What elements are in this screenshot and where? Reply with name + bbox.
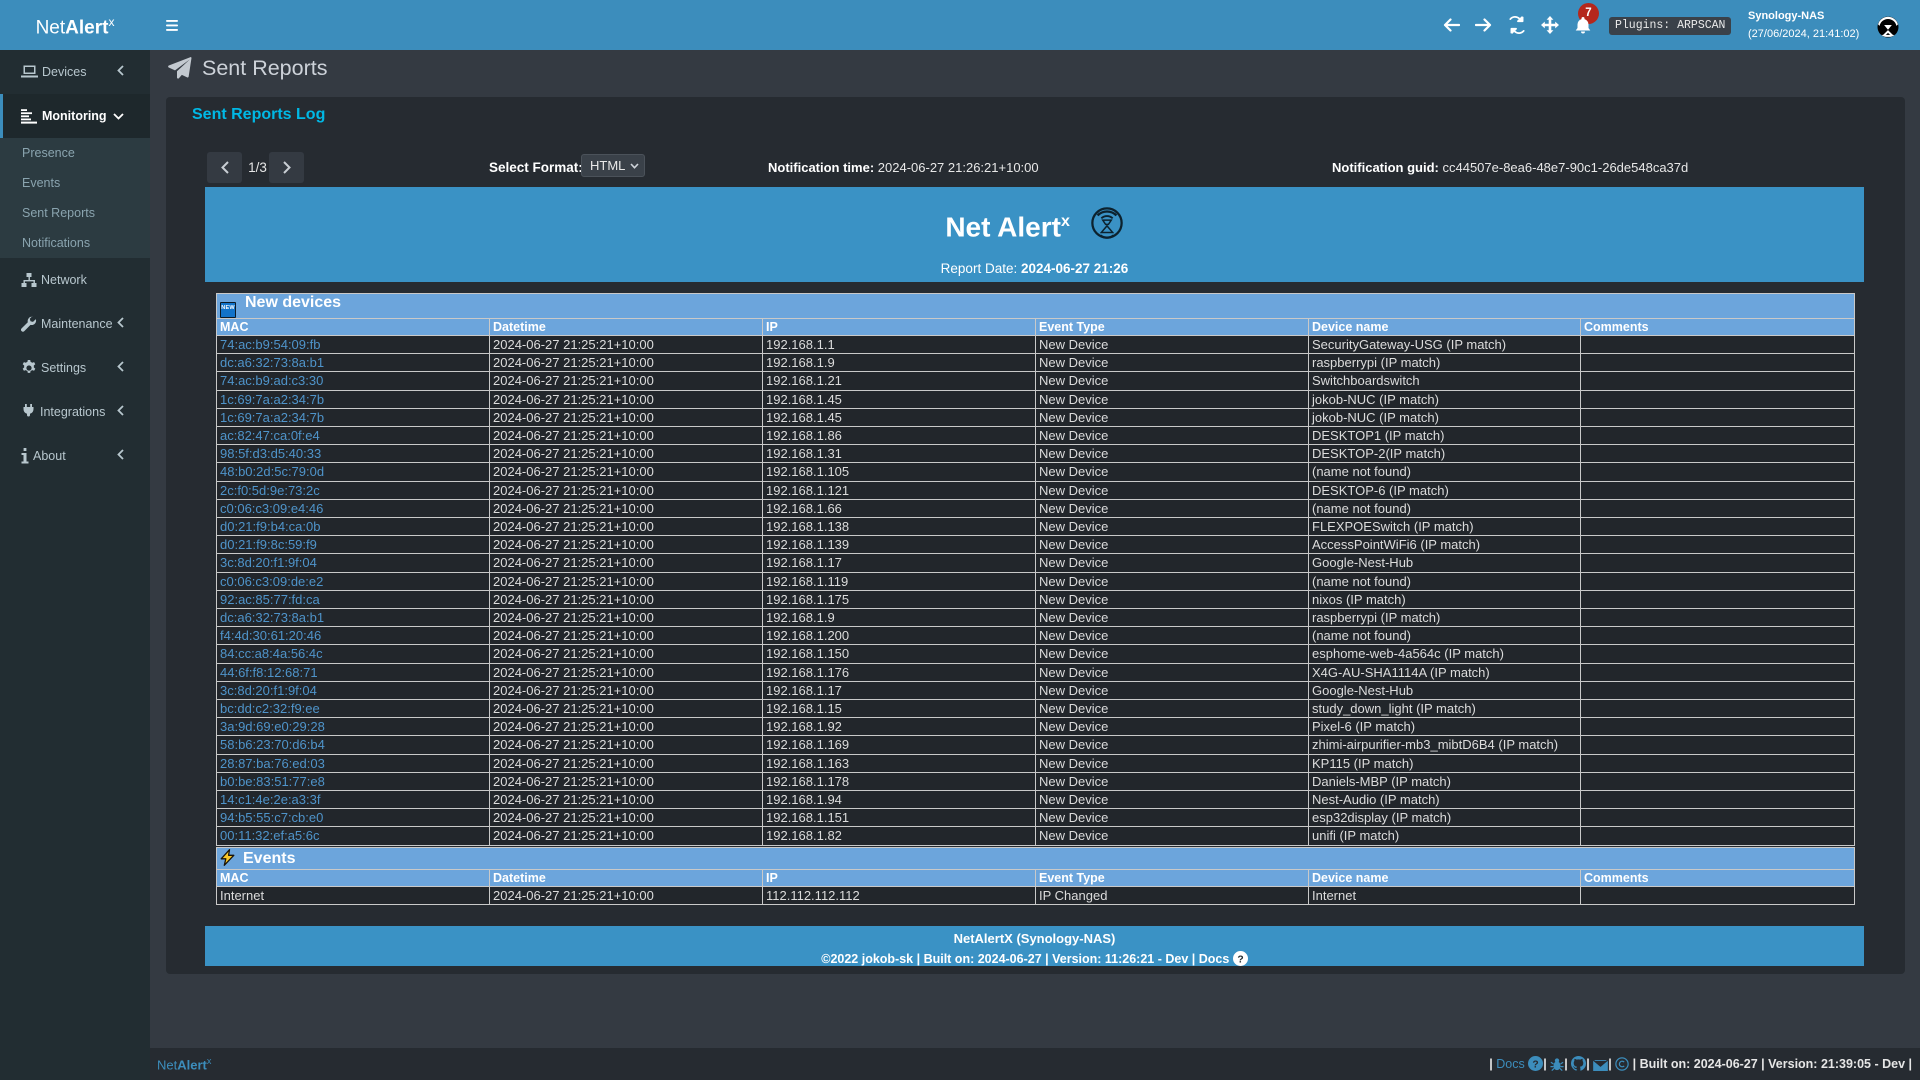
svg-text:?: ?: [1237, 954, 1243, 965]
svg-text:?: ?: [1533, 1059, 1539, 1070]
